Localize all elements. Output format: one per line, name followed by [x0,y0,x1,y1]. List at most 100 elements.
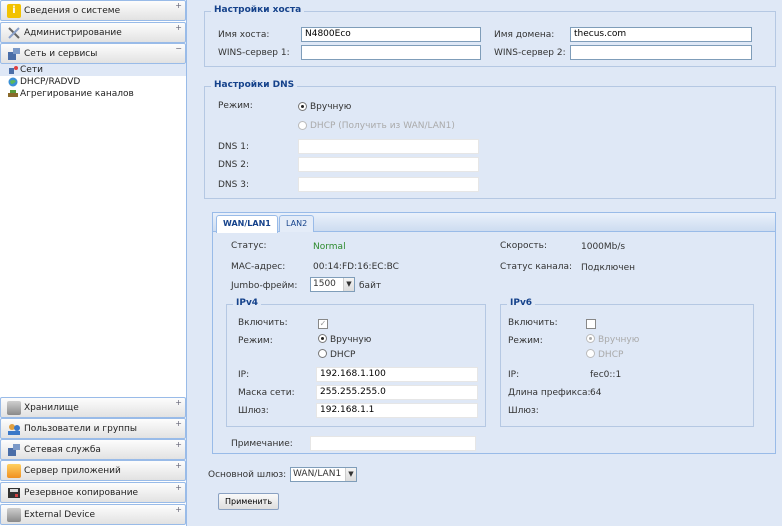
sidebar-item-dhcp-radvd[interactable]: DHCP/RADVD [0,76,186,88]
ipv6-enable-checkbox[interactable] [586,319,596,329]
sidebar-header-network-service[interactable]: Сетевая служба + [0,439,186,460]
sidebar-item-link-aggregation[interactable]: Агрегирование каналов [0,88,186,100]
ipv4-gateway-input[interactable]: 192.168.1.1 [316,403,478,418]
sidebar: i Сведения о системе + Администрирование… [0,0,187,526]
ipv6-mode-label: Режим: [508,336,543,346]
mac-label: MAC-адрес: [231,262,286,272]
expand-icon[interactable]: + [175,399,182,407]
jumbo-frame-label: Jumbo-фрейм: [231,281,298,291]
expand-icon[interactable]: + [175,24,182,32]
ipv6-legend: IPv6 [507,298,536,308]
app-server-icon [7,463,21,478]
jumbo-frame-select[interactable]: 1500 ▼ [310,277,355,292]
dns-dhcp-radio[interactable] [298,121,307,130]
hostname-input[interactable]: N4800Eco [301,27,481,42]
speed-label: Скорость: [500,241,547,251]
sidebar-header-users-groups[interactable]: Пользователи и группы + [0,418,186,439]
tab-wan-lan1[interactable]: WAN/LAN1 [216,215,278,233]
sidebar-header-storage[interactable]: Хранилище + [0,397,186,418]
mac-value: 00:14:FD:16:EC:BC [313,262,399,272]
expand-icon[interactable]: + [175,441,182,449]
dns2-label: DNS 2: [218,160,249,170]
ipv6-prefix-value: 64 [590,388,602,398]
wins2-label: WINS-сервер 2: [494,48,566,58]
sidebar-header-backup[interactable]: Резервное копирование + [0,482,186,503]
sidebar-header-label: External Device [24,509,95,520]
sidebar-header-label: Сведения о системе [24,5,121,16]
sidebar-item-label: Сети [20,65,43,75]
dns3-label: DNS 3: [218,180,249,190]
info-icon: i [7,3,21,18]
hostname-label: Имя хоста: [218,30,270,40]
sidebar-item-label: Агрегирование каналов [20,89,134,99]
apply-button[interactable]: Применить [218,493,280,510]
default-gateway-value: WAN/LAN1 [293,469,342,479]
dns-manual-label: Вручную [310,102,352,112]
network-icon [7,47,21,61]
sidebar-header-external-device[interactable]: External Device + [0,504,186,525]
ipv4-gateway-label: Шлюз: [238,406,269,416]
ipv4-legend: IPv4 [233,298,262,308]
ipv4-mask-input[interactable]: 255.255.255.0 [316,385,478,400]
sidebar-header-administration[interactable]: Администрирование + [0,22,186,43]
network-node-icon [8,65,18,75]
ipv6-dhcp-radio[interactable] [586,349,595,358]
sidebar-header-network-services[interactable]: Сеть и сервисы − [0,43,186,64]
expand-icon[interactable]: + [175,420,182,428]
users-icon [7,422,21,436]
link-status-label: Статус канала: [500,262,573,272]
jumbo-frame-value: 1500 [313,279,336,289]
note-input[interactable] [310,436,476,451]
storage-icon [7,400,21,415]
chevron-down-icon[interactable]: ▼ [343,278,354,291]
expand-icon[interactable]: + [175,506,182,514]
dns-manual-radio[interactable] [298,102,307,111]
ipv4-enable-label: Включить: [238,318,288,328]
dns2-input[interactable] [298,157,479,172]
ipv4-enable-checkbox[interactable]: ✓ [318,319,328,329]
ipv6-manual-radio[interactable] [586,334,595,343]
dns-settings-legend: Настройки DNS [211,80,298,90]
domain-input[interactable]: thecus.com [570,27,752,42]
sidebar-header-app-server[interactable]: Сервер приложений + [0,460,186,481]
tab-strip: WAN/LAN1 LAN2 [213,213,775,233]
link-aggregation-icon [8,89,18,99]
ipv4-manual-radio[interactable] [318,334,327,343]
jumbo-frame-unit: байт [359,281,382,291]
expand-icon[interactable]: + [175,2,182,10]
sidebar-item-networks[interactable]: Сети [0,64,186,76]
ipv6-gateway-label: Шлюз: [508,406,539,416]
ipv4-mask-label: Маска сети: [238,388,295,398]
ipv4-dhcp-radio[interactable] [318,349,327,358]
network-service-icon [7,443,21,457]
ipv6-manual-label: Вручную [598,335,640,345]
sidebar-header-label: Сервер приложений [24,465,121,476]
main-panel: Настройки хоста Имя хоста: N4800Eco Имя … [196,0,776,526]
backup-icon [7,486,21,500]
dns3-input[interactable] [298,177,479,192]
ipv4-ip-input[interactable]: 192.168.1.100 [316,367,478,382]
ipv6-dhcp-label: DHCP [598,350,624,360]
ipv4-manual-label: Вручную [330,335,372,345]
tab-lan2[interactable]: LAN2 [279,215,315,232]
dns-mode-label: Режим: [218,101,253,111]
sidebar-header-label: Сеть и сервисы [24,48,98,59]
host-settings-legend: Настройки хоста [211,5,305,15]
external-device-icon [7,507,21,522]
wins1-input[interactable] [301,45,481,60]
sidebar-header-label: Пользователи и группы [24,423,138,434]
sidebar-header-label: Хранилище [24,402,79,413]
expand-icon[interactable]: + [175,484,182,492]
dns1-input[interactable] [298,139,479,154]
default-gateway-select[interactable]: WAN/LAN1 ▼ [290,467,357,482]
sidebar-header-label: Резервное копирование [24,487,139,498]
wins2-input[interactable] [570,45,752,60]
status-label: Статус: [231,241,267,251]
sidebar-tree: Сети DHCP/RADVD Агрегирование каналов [0,64,186,100]
sidebar-header-system-info[interactable]: i Сведения о системе + [0,0,186,21]
chevron-down-icon[interactable]: ▼ [345,468,356,481]
note-label: Примечание: [231,439,293,449]
collapse-icon[interactable]: − [175,45,182,53]
expand-icon[interactable]: + [175,462,182,470]
domain-label: Имя домена: [494,30,555,40]
